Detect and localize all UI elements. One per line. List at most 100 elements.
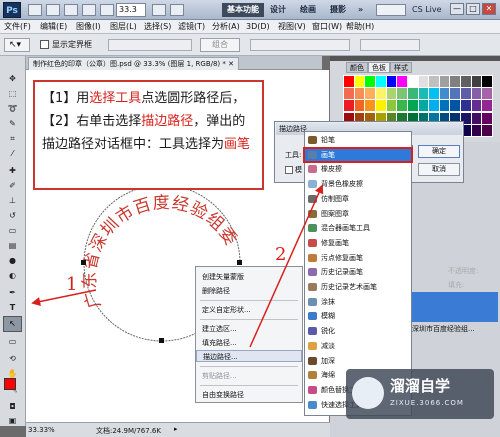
quick-mask-icon[interactable]: ◘: [5, 400, 20, 413]
color-swatch[interactable]: [375, 100, 386, 112]
menu-file[interactable]: 文件(F): [4, 21, 31, 33]
close-tab-icon[interactable]: ✕: [228, 60, 234, 68]
ctx-fill-path[interactable]: 填充路径...: [196, 337, 302, 349]
color-swatch[interactable]: [461, 100, 471, 112]
menu-layer[interactable]: 图层(L): [110, 21, 137, 33]
color-swatch[interactable]: [482, 76, 492, 87]
lasso-tool-icon[interactable]: ➰: [5, 102, 20, 115]
bridge-icon[interactable]: [28, 4, 42, 16]
color-swatch[interactable]: [429, 100, 439, 112]
arrange-documents-icon[interactable]: [152, 4, 166, 16]
menu-filter[interactable]: 滤镜(T): [178, 21, 205, 33]
color-swatch[interactable]: [386, 76, 397, 87]
distribute-buttons[interactable]: [360, 39, 420, 51]
color-swatch[interactable]: [429, 76, 439, 87]
layer-name[interactable]: 深圳市百度经验组...: [412, 324, 498, 334]
gradient-tool-icon[interactable]: ▤: [5, 239, 20, 252]
menu-analysis[interactable]: 分析(A): [212, 21, 240, 33]
align-buttons[interactable]: [250, 39, 350, 51]
foreground-color-swatch[interactable]: [4, 378, 16, 390]
combine-button[interactable]: 组合: [200, 38, 240, 52]
color-swatch[interactable]: [397, 88, 407, 100]
simulate-pressure-checkbox[interactable]: [285, 166, 293, 174]
selected-layer-row[interactable]: [410, 292, 498, 322]
color-swatch[interactable]: [418, 100, 429, 112]
ctx-free-transform-path[interactable]: 自由变换路径: [196, 389, 302, 401]
marquee-tool-icon[interactable]: ⬚: [5, 87, 20, 100]
screen-mode-icon[interactable]: [170, 4, 184, 16]
color-swatch[interactable]: [418, 88, 429, 100]
color-swatch[interactable]: [354, 88, 365, 100]
menu-view[interactable]: 视图(V): [278, 21, 306, 33]
color-swatch[interactable]: [397, 100, 407, 112]
ctx-create-vector-mask[interactable]: 创建矢量蒙版: [196, 271, 302, 283]
tool-option[interactable]: 仿制图章: [305, 193, 411, 205]
workspace-design[interactable]: 设计: [270, 3, 286, 17]
color-swatch[interactable]: [439, 100, 450, 112]
color-swatch[interactable]: [407, 100, 418, 112]
color-swatch[interactable]: [386, 88, 397, 100]
color-swatch[interactable]: [439, 76, 450, 87]
color-swatch[interactable]: [354, 100, 365, 112]
color-swatch[interactable]: [354, 76, 365, 87]
tool-option[interactable]: 背景色橡皮擦: [305, 178, 411, 190]
show-bounds-checkbox[interactable]: [40, 40, 49, 49]
screen-mode-tool-icon[interactable]: ▣: [5, 414, 20, 427]
zoom-tool-icon[interactable]: [100, 4, 114, 16]
color-swatch[interactable]: [450, 88, 461, 100]
color-swatch[interactable]: [461, 88, 471, 100]
color-swatch[interactable]: [461, 76, 471, 87]
blur-tool-icon[interactable]: ●: [5, 254, 20, 267]
color-swatch[interactable]: [450, 100, 461, 112]
tool-option[interactable]: 历史记录画笔: [305, 266, 411, 278]
menu-image[interactable]: 图像(I): [76, 21, 101, 33]
pen-tool-icon[interactable]: ✒: [5, 286, 20, 299]
type-tool-icon[interactable]: T: [5, 301, 20, 314]
tab-swatches[interactable]: 色板: [368, 62, 390, 73]
color-swatch[interactable]: [375, 76, 386, 87]
workspace-essentials[interactable]: 基本功能: [222, 3, 264, 17]
close-button[interactable]: ✕: [482, 3, 496, 15]
color-swatch[interactable]: [418, 76, 429, 87]
status-arrow-icon[interactable]: ▸: [174, 425, 178, 433]
tool-option[interactable]: 图案图章: [305, 208, 411, 220]
ctx-make-selection[interactable]: 建立选区...: [196, 323, 302, 335]
ctx-delete-path[interactable]: 删除路径: [196, 285, 302, 297]
color-swatch[interactable]: [407, 76, 418, 87]
color-swatch[interactable]: [471, 88, 482, 100]
workspace-more[interactable]: »: [358, 3, 363, 17]
history-brush-icon[interactable]: ↺: [5, 209, 20, 222]
color-swatch[interactable]: [471, 112, 482, 124]
hand-tool-icon[interactable]: [82, 4, 96, 16]
color-swatch[interactable]: [365, 76, 375, 87]
color-swatch[interactable]: [471, 100, 482, 112]
color-swatch[interactable]: [386, 100, 397, 112]
cancel-button[interactable]: 取消: [418, 163, 460, 176]
shape-tool-icon[interactable]: ▭: [5, 335, 20, 348]
workspace-photography[interactable]: 摄影: [330, 3, 346, 17]
view-extras-icon[interactable]: [64, 4, 78, 16]
tool-option-selected[interactable]: 画笔: [303, 146, 413, 163]
tool-option[interactable]: 锐化: [305, 325, 411, 337]
color-swatch[interactable]: [429, 88, 439, 100]
tab-color[interactable]: 颜色: [346, 62, 368, 73]
menu-edit[interactable]: 编辑(E): [40, 21, 67, 33]
ctx-clipping-path[interactable]: 剪贴路径...: [196, 370, 302, 382]
tab-styles[interactable]: 样式: [390, 62, 412, 73]
color-swatch[interactable]: [344, 88, 354, 100]
color-swatch[interactable]: [365, 88, 375, 100]
color-swatch[interactable]: [375, 88, 386, 100]
tool-option[interactable]: 混合器画笔工具: [305, 222, 411, 234]
color-swatch[interactable]: [450, 76, 461, 87]
mini-bridge-icon[interactable]: [46, 4, 60, 16]
tool-option[interactable]: 减淡: [305, 340, 411, 352]
maximize-button[interactable]: □: [466, 3, 480, 15]
tool-option[interactable]: 涂抹: [305, 296, 411, 308]
menu-help[interactable]: 帮助(H): [346, 21, 374, 33]
cs-live-button[interactable]: CS Live: [412, 3, 442, 17]
ok-button[interactable]: 确定: [418, 145, 460, 158]
path-operation-buttons[interactable]: [108, 39, 192, 51]
dodge-tool-icon[interactable]: ◐: [5, 269, 20, 282]
document-tab[interactable]: 制作红色的印章（公章）图.psd @ 33.3% (图层 1, RGB/8) *…: [28, 57, 239, 70]
tool-option[interactable]: 污点修复画笔: [305, 252, 411, 264]
